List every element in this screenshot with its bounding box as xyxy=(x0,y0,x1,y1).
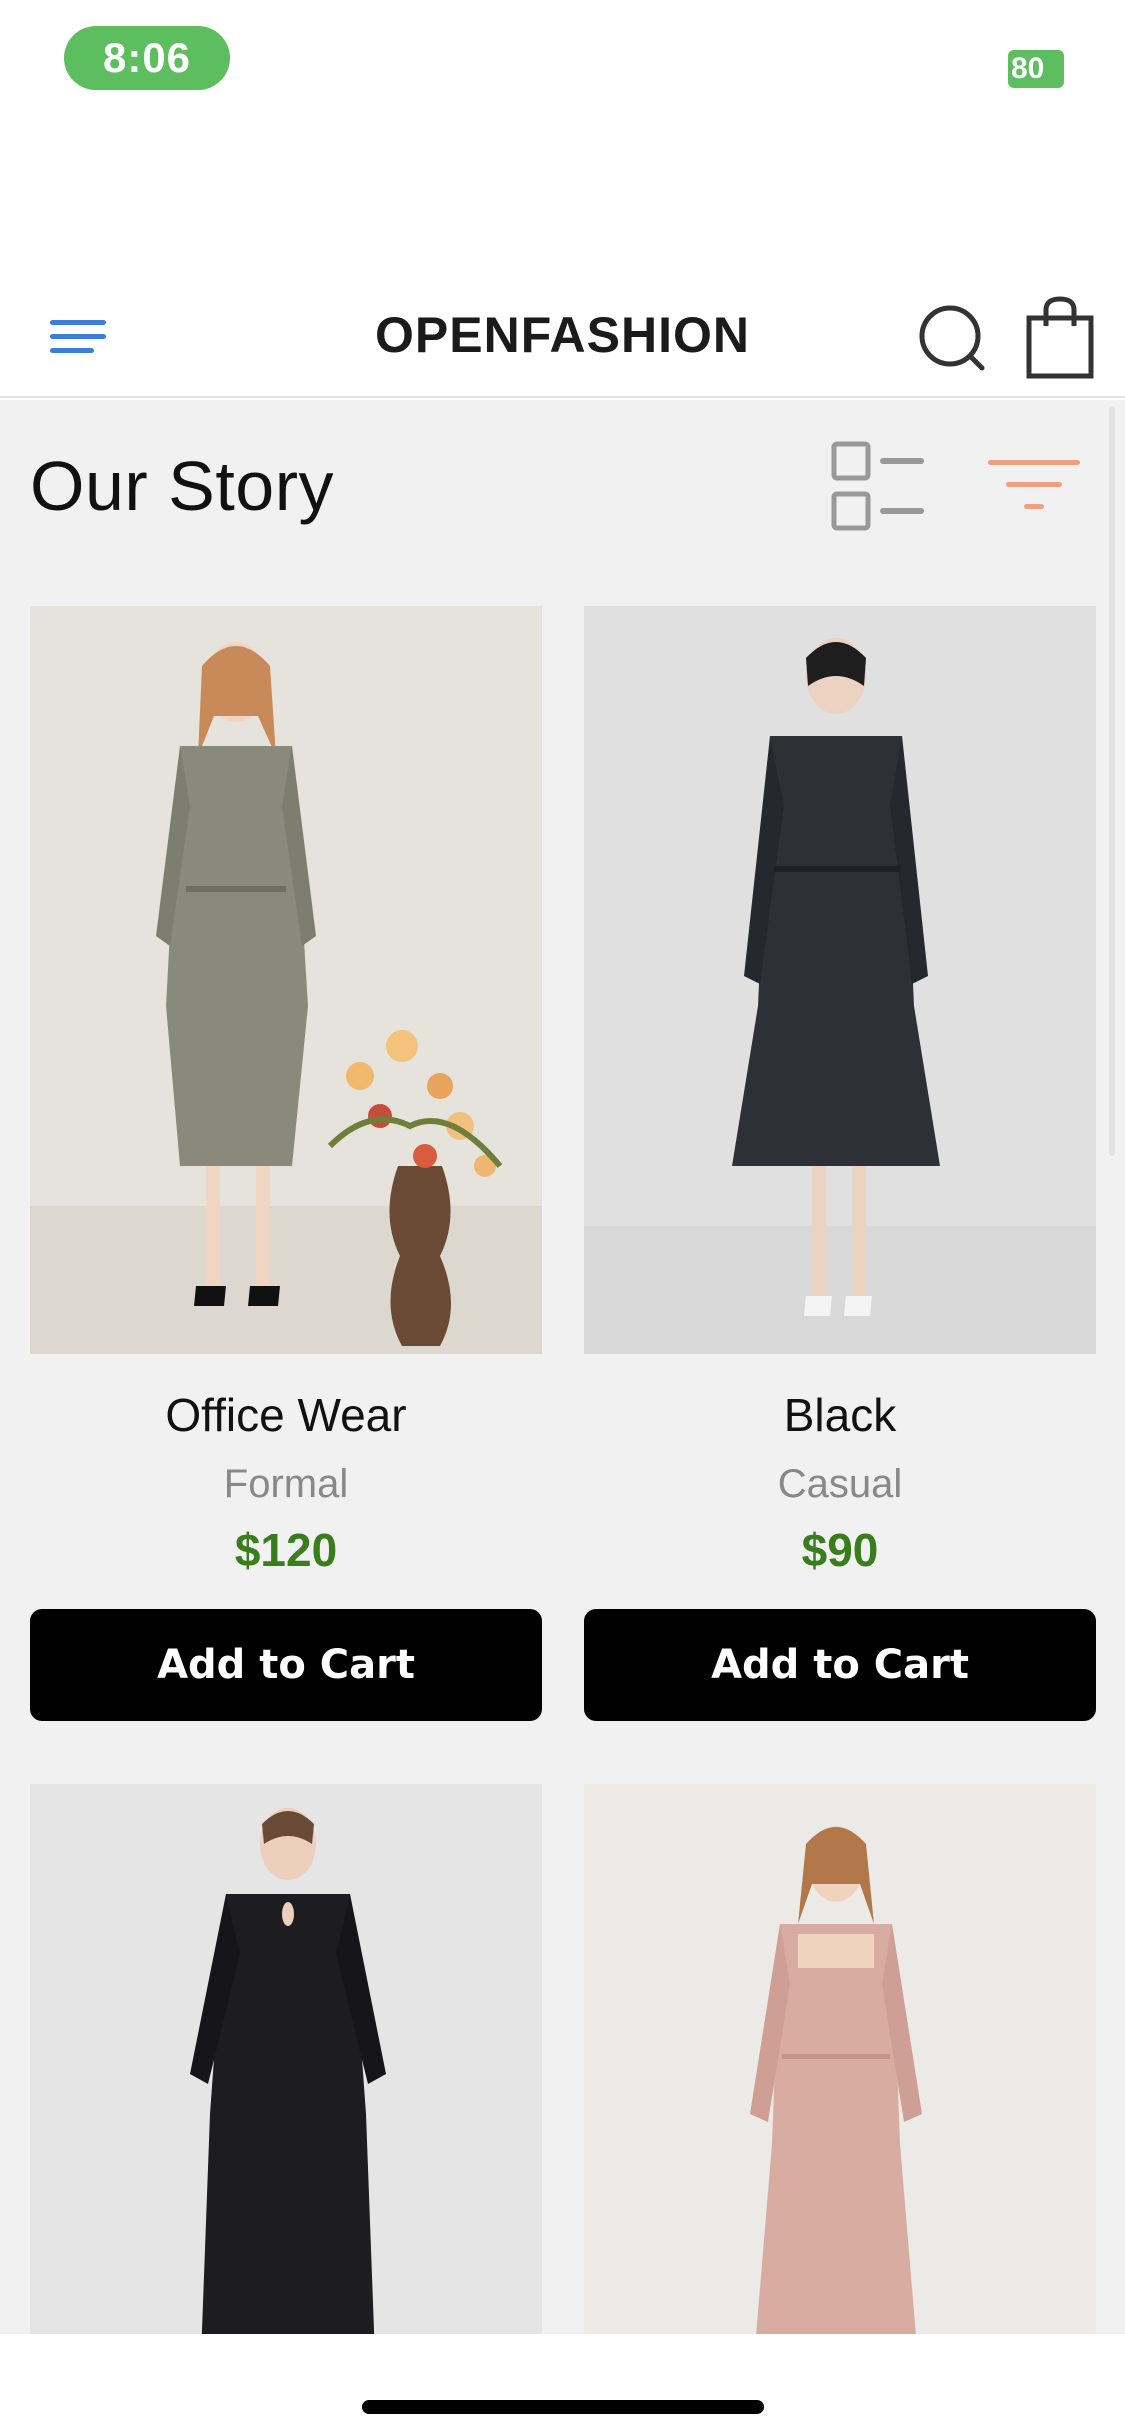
product-image[interactable] xyxy=(584,1784,1096,2334)
scrollbar[interactable] xyxy=(1109,406,1115,1156)
add-to-cart-button[interactable]: Add to Cart xyxy=(584,1609,1096,1721)
list-view-icon[interactable] xyxy=(830,438,930,538)
app-header: OPENFASHION xyxy=(0,280,1125,398)
product-card[interactable] xyxy=(584,1784,1096,2334)
status-time: 8:06 xyxy=(64,26,230,90)
product-card[interactable]: Office Wear Formal $120 Add to Cart xyxy=(30,606,542,1721)
status-bar: 8:06 80 xyxy=(0,0,1125,120)
product-name[interactable]: Black xyxy=(584,1388,1096,1442)
home-indicator-bar xyxy=(0,2334,1125,2436)
product-price: $90 xyxy=(801,1524,879,1576)
product-image[interactable] xyxy=(30,1784,542,2334)
product-name[interactable]: Office Wear xyxy=(30,1388,542,1442)
product-price: $120 xyxy=(234,1524,338,1576)
product-card[interactable]: Black Casual $90 Add to Cart xyxy=(584,606,1096,1721)
home-indicator[interactable] xyxy=(362,2400,764,2414)
filter-icon[interactable] xyxy=(984,452,1084,522)
search-icon[interactable] xyxy=(914,300,994,380)
product-listing[interactable]: Our Story Office Wear Formal $120 Add to… xyxy=(0,400,1125,2334)
product-image[interactable] xyxy=(584,606,1096,1354)
shopping-bag-icon[interactable] xyxy=(1024,294,1096,380)
screen: 8:06 80 OPENFASHION Our Story Office Wea… xyxy=(0,0,1125,2436)
product-category: Formal xyxy=(223,1462,349,1506)
product-image[interactable] xyxy=(30,606,542,1354)
page-title: Our Story xyxy=(30,447,335,525)
add-to-cart-button[interactable]: Add to Cart xyxy=(30,1609,542,1721)
product-card[interactable] xyxy=(30,1784,542,2334)
battery-indicator: 80 xyxy=(1008,50,1064,88)
product-category: Casual xyxy=(777,1462,903,1506)
